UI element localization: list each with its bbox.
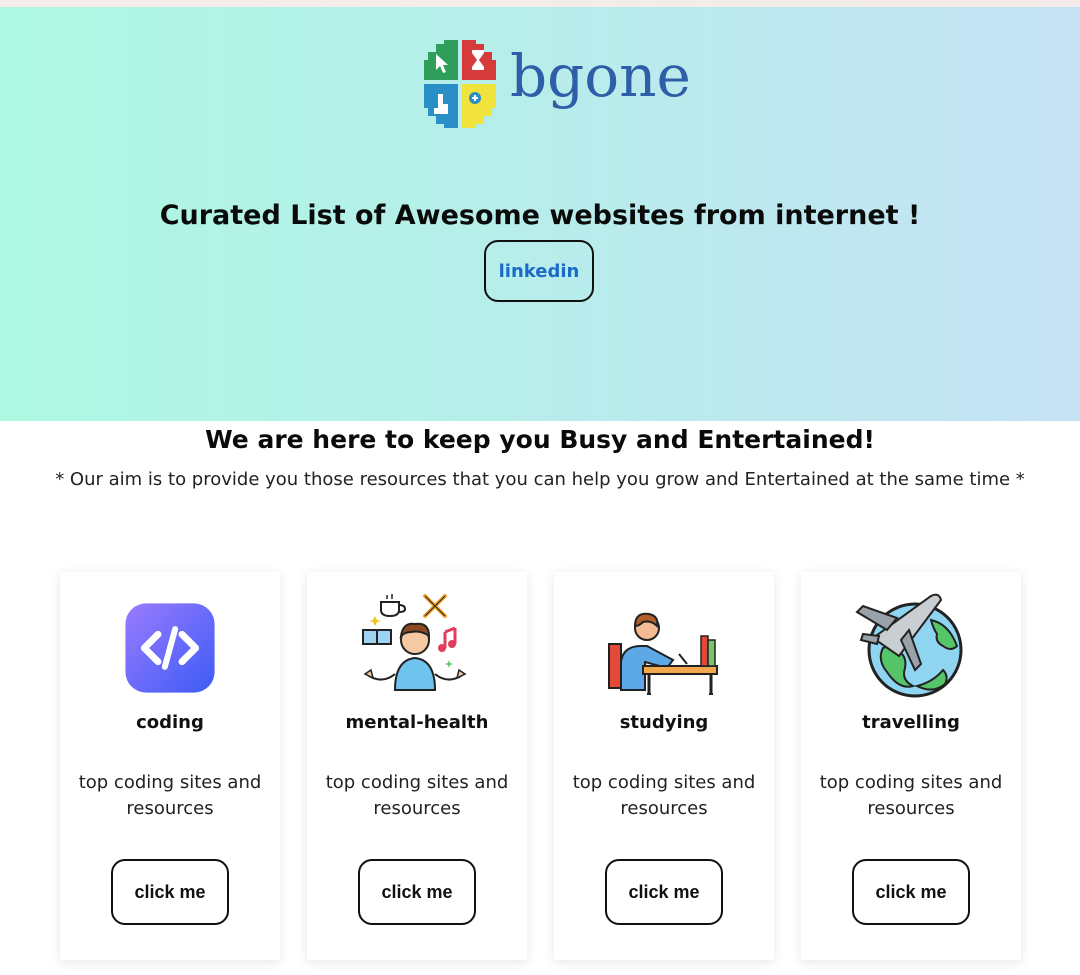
logo-text: bgone [510, 42, 691, 110]
click-me-button[interactable]: click me [358, 859, 476, 925]
click-me-button[interactable]: click me [852, 859, 970, 925]
card-description: top coding sites and resources [325, 772, 509, 819]
card-travelling: travelling top coding sites and resource… [801, 572, 1021, 960]
card-title: mental-health [345, 712, 489, 733]
click-me-button[interactable]: click me [111, 859, 229, 925]
card-title: travelling [862, 712, 960, 733]
card-description: top coding sites and resources [572, 772, 756, 819]
top-border [0, 0, 1080, 7]
card-title: coding [136, 712, 204, 733]
linkedin-button[interactable]: linkedin [484, 240, 594, 302]
hero-banner: bgone Curated List of Awesome websites f… [0, 7, 1080, 421]
aim-text: * Our aim is to provide you those resour… [55, 469, 1025, 490]
card-description: top coding sites and resources [819, 772, 1003, 819]
student-icon [608, 612, 718, 695]
click-me-button[interactable]: click me [605, 859, 723, 925]
card-mental-health: mental-health top coding sites and resou… [307, 572, 527, 960]
card-description: top coding sites and resources [78, 772, 262, 819]
card-coding: coding top coding sites and resources cl… [60, 572, 280, 960]
code-icon [125, 603, 215, 693]
meditation-icon [362, 594, 467, 691]
logo[interactable]: bgone [412, 34, 691, 134]
page-title: Curated List of Awesome websites from in… [159, 200, 921, 231]
airplane-globe-icon [855, 593, 963, 698]
tagline: We are here to keep you Busy and Enterta… [205, 425, 875, 454]
card-studying: studying top coding sites and resources … [554, 572, 774, 960]
card-title: studying [619, 712, 709, 733]
logo-mark-icon [424, 40, 496, 128]
